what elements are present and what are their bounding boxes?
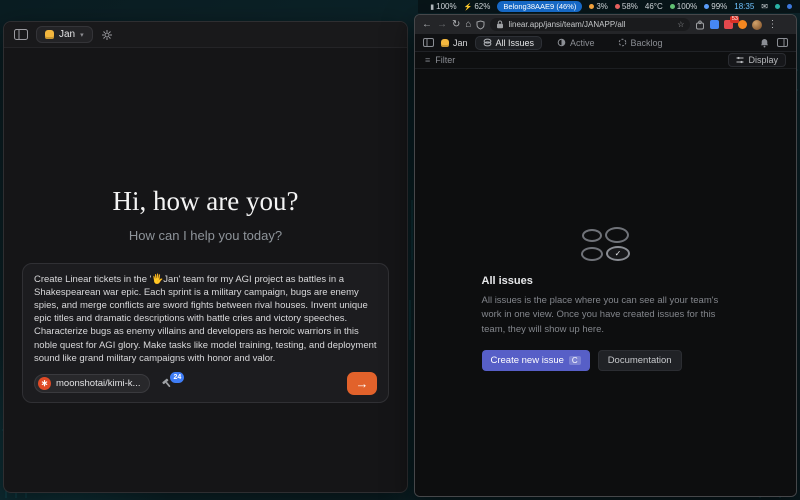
- issue-done-oval-icon: ✓: [606, 246, 630, 261]
- nav-right-actions: [760, 38, 788, 48]
- bookmark-star-icon[interactable]: ☆: [677, 20, 684, 29]
- tab-backlog[interactable]: Backlog: [610, 36, 671, 50]
- stat-b-indicator: 99%: [704, 2, 727, 11]
- bolt-icon: ⚡: [464, 3, 473, 11]
- jan-main-area: Hi, how are you? How can I help you toda…: [4, 48, 407, 492]
- send-button[interactable]: →: [347, 372, 377, 395]
- refresh-button[interactable]: ↻: [452, 20, 460, 30]
- profile-avatar[interactable]: [752, 20, 762, 30]
- tab-label: All Issues: [496, 38, 535, 48]
- chevron-down-icon: ▾: [80, 31, 84, 39]
- cpu-indicator: 3%: [589, 2, 608, 11]
- battery-indicator: ▮100%: [430, 2, 456, 11]
- extension-blue-icon[interactable]: [710, 20, 719, 29]
- model-name: moonshotai/kimi-k...: [56, 378, 140, 389]
- memory-indicator: 58%: [615, 2, 638, 11]
- tab-all-issues[interactable]: All Issues: [475, 36, 543, 50]
- settings-gear-icon[interactable]: [101, 29, 113, 41]
- active-icon: [557, 38, 566, 47]
- tab-active[interactable]: Active: [549, 36, 603, 50]
- forward-button[interactable]: →: [437, 20, 447, 30]
- display-button-label: Display: [748, 55, 778, 65]
- battery-icon: ▮: [430, 3, 434, 11]
- power-indicator: ⚡62%: [464, 2, 491, 11]
- jan-team-selector[interactable]: Jan ▾: [36, 26, 93, 43]
- empty-state-title: All issues: [482, 275, 730, 287]
- display-button[interactable]: Display: [728, 53, 786, 67]
- shortcut-badge: C: [569, 356, 581, 365]
- extensions-puzzle-icon[interactable]: [695, 20, 705, 30]
- issue-oval-icon: [605, 227, 629, 243]
- chat-input-card: Create Linear tickets in the '🖐Jan' team…: [22, 263, 389, 403]
- hand-emoji-icon: [441, 39, 449, 47]
- desktop-statusbar: ▮100% ⚡62% Belong38AAE9 (46%) 3% 58% 46°…: [418, 0, 800, 13]
- browser-menu-icon[interactable]: ⋮: [767, 20, 777, 30]
- stat-a-icon: [670, 4, 675, 9]
- create-new-issue-button[interactable]: Create new issue C: [482, 350, 590, 371]
- back-button[interactable]: ←: [422, 20, 432, 30]
- issue-oval-icon: [581, 247, 603, 261]
- prompt-input[interactable]: Create Linear tickets in the '🖐Jan' team…: [34, 273, 377, 365]
- temperature-indicator: 46°C: [645, 2, 663, 11]
- right-panel-toggle-icon[interactable]: [777, 38, 788, 47]
- linear-top-nav: Jan All Issues Active Backlog: [415, 34, 796, 52]
- empty-state-actions: Create new issue C Documentation: [482, 350, 730, 371]
- linear-team-label: Jan: [453, 38, 468, 48]
- send-arrow-icon: →: [356, 376, 369, 391]
- shield-icon[interactable]: [476, 20, 485, 30]
- extension-red-icon[interactable]: 53: [724, 20, 733, 29]
- greeting-title: Hi, how are you?: [4, 186, 407, 217]
- issues-illustration: ✓: [576, 227, 636, 261]
- address-bar[interactable]: linear.app/jansi/team/JANAPP/all ☆: [490, 18, 690, 31]
- lock-icon: [496, 20, 504, 29]
- linear-sidebar-toggle-icon[interactable]: [423, 38, 434, 47]
- tab-label: Active: [570, 38, 595, 48]
- clock: 18:35: [734, 2, 754, 11]
- memory-icon: [615, 4, 620, 9]
- documentation-button[interactable]: Documentation: [598, 350, 682, 371]
- home-button[interactable]: ⌂: [465, 20, 471, 30]
- empty-state: ✓ All issues All issues is the place whe…: [482, 227, 730, 371]
- jan-app-window: Jan ▾ Hi, how are you? How can I help yo…: [3, 21, 408, 493]
- jan-titlebar[interactable]: Jan ▾: [4, 22, 407, 48]
- network-indicator[interactable]: Belong38AAE9 (46%): [497, 1, 582, 12]
- check-icon: ✓: [615, 250, 622, 258]
- tray-icon-teal[interactable]: [775, 4, 780, 9]
- extension-orange-icon[interactable]: [738, 20, 747, 29]
- browser-toolbar[interactable]: ← → ↻ ⌂ linear.app/jansi/team/JANAPP/all…: [415, 15, 796, 34]
- empty-state-description: All issues is the place where you can se…: [482, 294, 730, 337]
- linear-filter-bar: ≡ Filter Display: [415, 52, 796, 69]
- url-text: linear.app/jansi/team/JANAPP/all: [508, 20, 673, 29]
- tray-icon-blue[interactable]: [787, 4, 792, 9]
- greeting-subtitle: How can I help you today?: [4, 228, 407, 243]
- issue-oval-icon: [582, 229, 602, 242]
- notifications-bell-icon[interactable]: [760, 38, 769, 48]
- mail-tray-icon[interactable]: ✉: [761, 2, 768, 11]
- linear-team-selector[interactable]: Jan: [441, 38, 468, 48]
- linear-content: ✓ All issues All issues is the place whe…: [415, 69, 796, 496]
- create-new-issue-label: Create new issue: [491, 355, 564, 366]
- browser-window: ← → ↻ ⌂ linear.app/jansi/team/JANAPP/all…: [414, 14, 797, 497]
- input-toolbar: ∗ moonshotai/kimi-k... 24 →: [34, 372, 377, 395]
- jan-team-label: Jan: [59, 29, 75, 40]
- tools-button[interactable]: 24: [162, 378, 173, 389]
- model-selector[interactable]: ∗ moonshotai/kimi-k...: [34, 374, 150, 393]
- tab-label: Backlog: [631, 38, 663, 48]
- filter-icon: ≡: [425, 55, 430, 65]
- stat-a-indicator: 100%: [670, 2, 697, 11]
- stat-b-icon: [704, 4, 709, 9]
- filter-button[interactable]: Filter: [435, 55, 455, 65]
- model-provider-icon: ∗: [38, 377, 51, 390]
- sidebar-toggle-icon[interactable]: [14, 29, 28, 40]
- tools-count-badge: 24: [170, 372, 184, 383]
- cpu-icon: [589, 4, 594, 9]
- display-options-icon: [736, 56, 744, 64]
- backlog-icon: [618, 38, 627, 47]
- all-issues-icon: [483, 38, 492, 47]
- hand-emoji-icon: [45, 30, 54, 39]
